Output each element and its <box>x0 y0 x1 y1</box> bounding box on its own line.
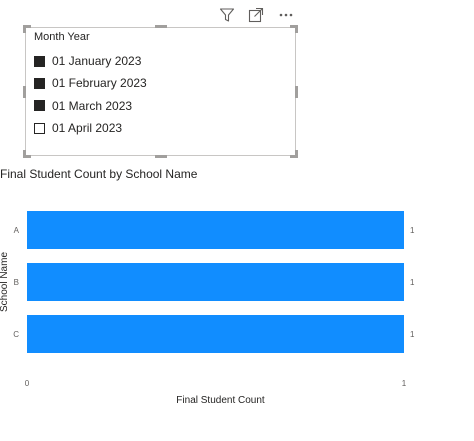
category-label: A <box>14 226 20 235</box>
x-tick-label: 1 <box>402 379 407 388</box>
bar[interactable] <box>27 315 404 353</box>
x-axis-title: Final Student Count <box>176 395 265 406</box>
report-canvas: Month Year 01 January 2023 01 February 20… <box>0 0 474 441</box>
bar-chart[interactable]: A 1 B 1 C 1 0 1 Final Student Count School Name <box>0 0 474 441</box>
category-label: B <box>14 278 19 287</box>
bar[interactable] <box>27 211 404 249</box>
data-label: 1 <box>410 226 415 235</box>
bar[interactable] <box>27 263 404 301</box>
category-label: C <box>13 330 19 339</box>
data-label: 1 <box>410 330 415 339</box>
data-label: 1 <box>410 278 415 287</box>
x-tick-label: 0 <box>25 379 30 388</box>
y-axis-title: School Name <box>0 252 10 312</box>
